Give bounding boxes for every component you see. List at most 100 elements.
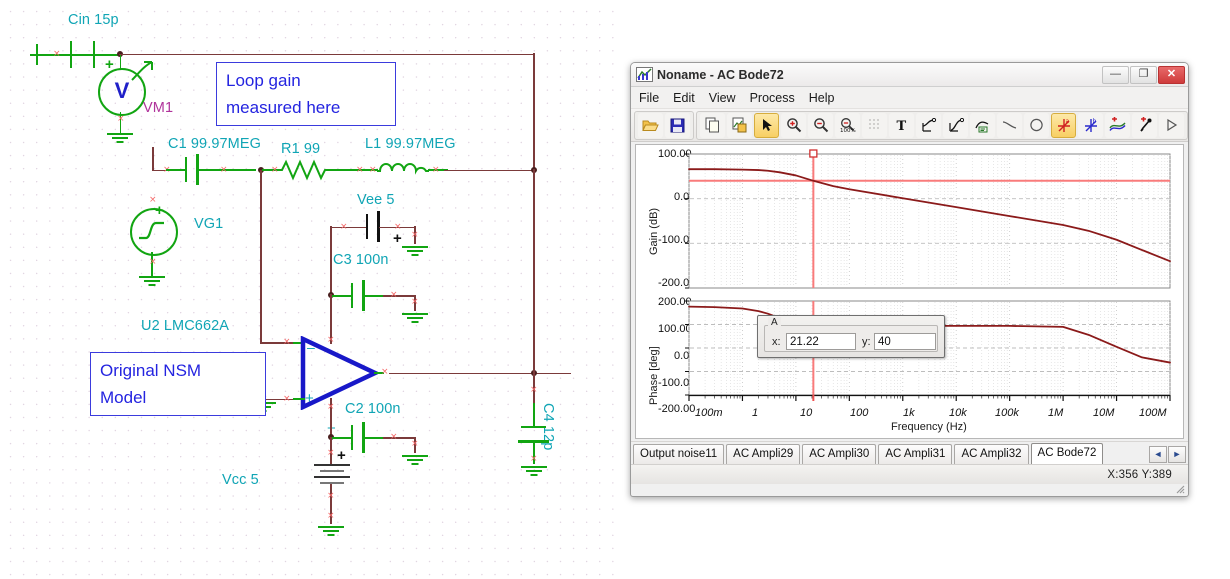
curve-tool-1-icon[interactable] (916, 112, 941, 138)
maximize-button[interactable]: ❐ (1130, 65, 1157, 84)
cin-wire-b (72, 54, 94, 56)
paste-image-icon[interactable] (727, 112, 752, 138)
wire-vee-l (330, 226, 366, 229)
window-controls[interactable]: — ❐ ✕ (1101, 65, 1188, 84)
pin-marker: × (117, 114, 125, 124)
tab-next-button[interactable]: ► (1168, 446, 1186, 463)
r1-label: R1 99 (281, 141, 321, 157)
l1-label: L1 99.97MEG (365, 136, 456, 152)
c2-lead-l (332, 437, 352, 439)
wire-vee-down (330, 226, 332, 294)
cursor-y-input[interactable] (874, 333, 936, 350)
menu-bar[interactable]: File Edit View Process Help (631, 87, 1188, 109)
ac-analysis-window[interactable]: Noname - AC Bode72 — ❐ ✕ File Edit View … (630, 62, 1189, 497)
minimize-button[interactable]: — (1102, 65, 1129, 84)
menu-view[interactable]: View (709, 91, 736, 105)
plot-canvas[interactable]: Gain (dB) Phase [deg] Frequency (Hz) 100… (635, 144, 1184, 439)
add-curve-icon[interactable] (1105, 112, 1130, 138)
tab-ac-ampli31[interactable]: AC Ampli31 (878, 444, 953, 464)
pin-marker: × (432, 165, 440, 175)
menu-file[interactable]: File (639, 91, 659, 105)
c3-lead-r (364, 295, 384, 297)
pin-marker: × (327, 511, 335, 521)
pin-marker: × (283, 394, 291, 404)
vg1-plus-sign: + (155, 202, 164, 219)
pin-marker: × (340, 222, 348, 232)
copy-icon[interactable] (700, 112, 725, 138)
ellipse-tool-icon[interactable] (1024, 112, 1049, 138)
model-note: Original NSM Model (90, 352, 266, 416)
resize-grip-icon[interactable] (1173, 482, 1185, 494)
c2-label: C2 100n (345, 401, 401, 417)
menu-help[interactable]: Help (809, 91, 835, 105)
opamp-plus-pin-label: + (305, 390, 314, 407)
pick-color-icon[interactable] (1132, 112, 1157, 138)
close-button[interactable]: ✕ (1158, 65, 1185, 84)
cursor-x-input[interactable] (786, 333, 856, 350)
window-titlebar[interactable]: Noname - AC Bode72 — ❐ ✕ (631, 63, 1188, 87)
plot-area[interactable]: Gain (dB) Phase [deg] Frequency (Hz) 100… (631, 142, 1188, 441)
cin-label: Cin 15p (68, 12, 119, 28)
open-icon[interactable] (638, 112, 663, 138)
pin-marker: × (327, 402, 335, 412)
menu-process[interactable]: Process (750, 91, 795, 105)
wire-opamp-out (389, 372, 571, 375)
cursor-b-icon[interactable]: b (1078, 112, 1103, 138)
tab-prev-button[interactable]: ◄ (1149, 446, 1167, 463)
wire-vg1-up (152, 147, 154, 171)
cursor-readout-box[interactable]: A x: y: (757, 315, 945, 358)
close-icon: ✕ (1166, 67, 1177, 80)
svg-text:a: a (1065, 118, 1069, 125)
vm1-arrow-icon (131, 61, 153, 81)
tab-ac-ampli29[interactable]: AC Ampli29 (726, 444, 801, 464)
svg-text:T: T (896, 119, 906, 132)
maximize-icon: ❐ (1138, 67, 1149, 80)
text-tool-icon[interactable]: T (889, 112, 914, 138)
opamp-minus-pin-label: – (307, 339, 315, 355)
tab-nav[interactable]: ◄ ► (1149, 446, 1186, 464)
toolbar-group-tools: 100% T a b (696, 110, 1188, 140)
cursor-a-icon[interactable]: a (1051, 112, 1076, 138)
zoom-100-icon[interactable]: 100% (835, 112, 860, 138)
curve-label-icon[interactable] (970, 112, 995, 138)
line-tool-icon[interactable] (997, 112, 1022, 138)
vee-plus-sign: + (393, 230, 402, 247)
pin-marker: × (356, 165, 364, 175)
wire-right-down (533, 53, 535, 170)
vcc-plus-sign: + (337, 447, 346, 464)
tab-ac-ampli32[interactable]: AC Ampli32 (954, 444, 1029, 464)
u2-label: U2 LMC662A (141, 318, 230, 334)
wire-right-vertical (533, 169, 535, 373)
menu-edit[interactable]: Edit (673, 91, 695, 105)
tab-bar[interactable]: Output noise11 AC Ampli29 AC Ampli30 AC … (631, 441, 1188, 464)
status-bar: X:356 Y:389 (631, 464, 1188, 494)
pin-marker: × (411, 297, 419, 307)
save-icon[interactable] (665, 112, 690, 138)
pin-marker: × (411, 439, 419, 449)
c3-label: C3 100n (333, 252, 389, 268)
c3-plate-l (351, 283, 354, 308)
opamp-plus-lead (293, 398, 305, 400)
curve-tool-2-icon[interactable] (943, 112, 968, 138)
svg-text:b: b (1092, 118, 1096, 125)
tab-ac-ampli30[interactable]: AC Ampli30 (802, 444, 877, 464)
l1-symbol (377, 163, 429, 175)
zoom-in-icon[interactable] (781, 112, 806, 138)
zoom-out-icon[interactable] (808, 112, 833, 138)
grid-icon[interactable] (862, 112, 887, 138)
pin-marker: × (327, 448, 335, 458)
cursor-y-label: y: (862, 336, 871, 348)
c2-lead-r (364, 437, 384, 439)
wire-l1-to-out (444, 169, 536, 172)
run-icon[interactable] (1159, 112, 1184, 138)
pin-marker: × (390, 290, 398, 300)
toolbar[interactable]: 100% T a b (631, 109, 1188, 142)
tab-output-noise11[interactable]: Output noise11 (633, 444, 725, 464)
schematic-canvas[interactable]: × Cin 15p + V × VM1 Loop gain measured h… (0, 0, 615, 579)
c1-lead-l (166, 169, 186, 171)
vg1-step-icon (139, 221, 164, 240)
pin-marker: × (369, 165, 377, 175)
cursor-x-label: x: (772, 336, 781, 348)
tab-ac-bode72[interactable]: AC Bode72 (1030, 443, 1104, 464)
select-arrow-icon[interactable] (754, 112, 779, 138)
